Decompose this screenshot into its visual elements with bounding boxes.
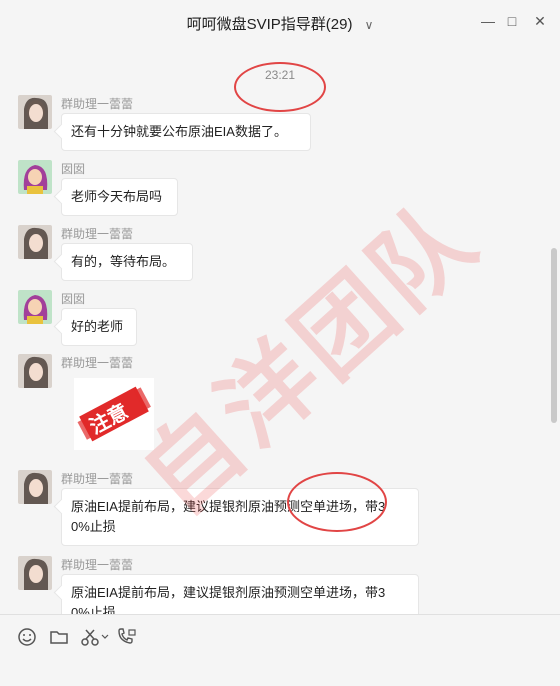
close-button[interactable]: ✕: [530, 12, 550, 30]
title-bar: 呵呵微盘SVIP指导群(29) ∨ — □ ✕: [0, 0, 560, 48]
message-bubble[interactable]: 好的老师: [61, 308, 137, 346]
chat-scrollbar[interactable]: [551, 248, 557, 423]
avatar[interactable]: [18, 556, 52, 590]
minimize-button[interactable]: —: [478, 12, 498, 30]
message-bubble[interactable]: 老师今天布局吗: [61, 178, 178, 216]
sender-name: 群助理一蕾蕾: [61, 472, 134, 486]
image-message[interactable]: 注意: [74, 378, 154, 450]
video-call-icon[interactable]: [115, 627, 139, 649]
sender-name: 群助理一蕾蕾: [61, 97, 134, 111]
avatar[interactable]: [18, 160, 52, 194]
sender-name: 群助理一蕾蕾: [61, 356, 134, 370]
message-bubble[interactable]: 原油EIA提前布局，建议提银剂原油预测空单进场，带3 0%止损: [61, 574, 419, 614]
message-bubble[interactable]: 原油EIA提前布局，建议提银剂原油预测空单进场，带3 0%止损: [61, 488, 419, 546]
chat-area[interactable]: 23:21 群助理一蕾蕾 还有十分钟就要公布原油EIA数据了。 囡囡 老师今天布…: [0, 48, 560, 614]
sender-name: 群助理一蕾蕾: [61, 558, 134, 572]
member-count: (29): [325, 16, 353, 33]
scissors-icon[interactable]: [79, 627, 111, 649]
input-toolbar: [0, 614, 560, 686]
avatar[interactable]: [18, 225, 52, 259]
avatar[interactable]: [18, 95, 52, 129]
message-bubble[interactable]: 有的，等待布局。: [61, 243, 193, 281]
emoji-icon[interactable]: [15, 627, 39, 649]
sender-name: 囡囡: [61, 162, 86, 176]
message-line: 0%止损: [71, 519, 116, 534]
message-timestamp: 23:21: [264, 68, 296, 82]
sender-name: 群助理一蕾蕾: [61, 227, 134, 241]
folder-icon[interactable]: [47, 627, 71, 649]
message-line: 0%止损: [71, 605, 116, 614]
group-name: 呵呵微盘SVIP指导群: [186, 16, 326, 33]
sender-name: 囡囡: [61, 292, 86, 306]
avatar[interactable]: [18, 290, 52, 324]
avatar[interactable]: [18, 354, 52, 388]
message-line: 原油EIA提前布局，建议提银剂原油预测空单进场，带3: [71, 585, 386, 600]
message-bubble[interactable]: 还有十分钟就要公布原油EIA数据了。: [61, 113, 311, 151]
group-title[interactable]: 呵呵微盘SVIP指导群(29) ∨: [0, 13, 560, 34]
chevron-down-icon[interactable]: ∨: [365, 18, 374, 32]
avatar[interactable]: [18, 470, 52, 504]
message-line: 原油EIA提前布局，建议提银剂原油预测空单进场，带3: [71, 499, 386, 514]
maximize-button[interactable]: □: [502, 12, 522, 30]
